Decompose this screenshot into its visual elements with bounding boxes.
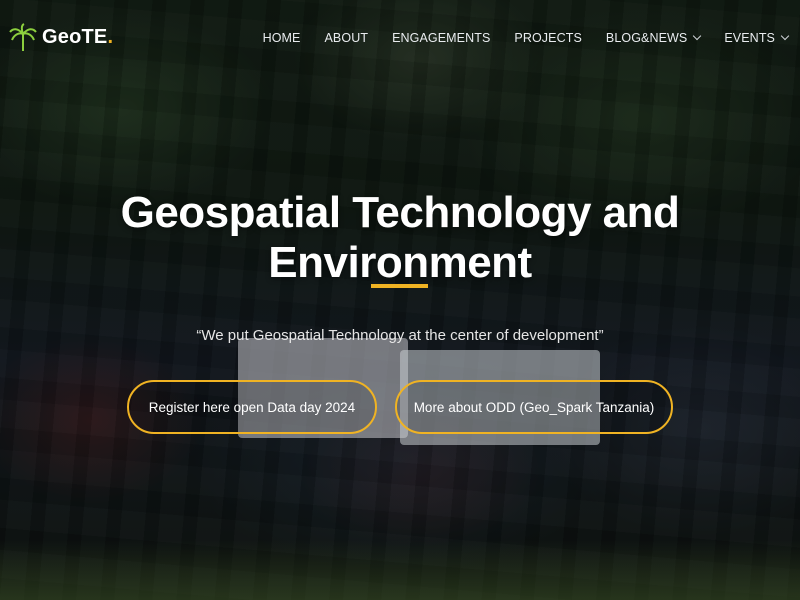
nav-item-blog-news[interactable]: BLOG&NEWS (606, 31, 702, 45)
hero-title: Geospatial Technology and Environment (120, 188, 680, 287)
register-open-data-day-button[interactable]: Register here open Data day 2024 (127, 380, 377, 434)
hero-content: Geospatial Technology and Environment “W… (0, 0, 800, 600)
hero-tagline: “We put Geospatial Technology at the cen… (196, 327, 604, 344)
chevron-down-icon (693, 31, 702, 41)
title-divider (371, 284, 428, 288)
navbar: GeoTE. HOME ABOUT ENGAGEMENTS PROJECTS B… (0, 0, 800, 78)
more-about-odd-button[interactable]: More about ODD (Geo_Spark Tanzania) (395, 380, 673, 434)
nav-item-about[interactable]: ABOUT (325, 31, 369, 45)
nav-item-events[interactable]: EVENTS (724, 31, 790, 45)
chevron-down-icon (780, 31, 790, 41)
brand-name: GeoTE. (42, 25, 114, 48)
nav-item-engagements[interactable]: ENGAGEMENTS (392, 31, 490, 45)
brand-logo-link[interactable]: GeoTE. (8, 22, 113, 52)
main-nav: HOME ABOUT ENGAGEMENTS PROJECTS BLOG&NEW… (263, 31, 790, 45)
brand-dot: . (107, 25, 114, 48)
palm-tree-icon (8, 22, 38, 52)
nav-item-home[interactable]: HOME (263, 31, 301, 45)
hero-section: GeoTE. HOME ABOUT ENGAGEMENTS PROJECTS B… (0, 0, 800, 600)
nav-item-projects[interactable]: PROJECTS (514, 31, 581, 45)
